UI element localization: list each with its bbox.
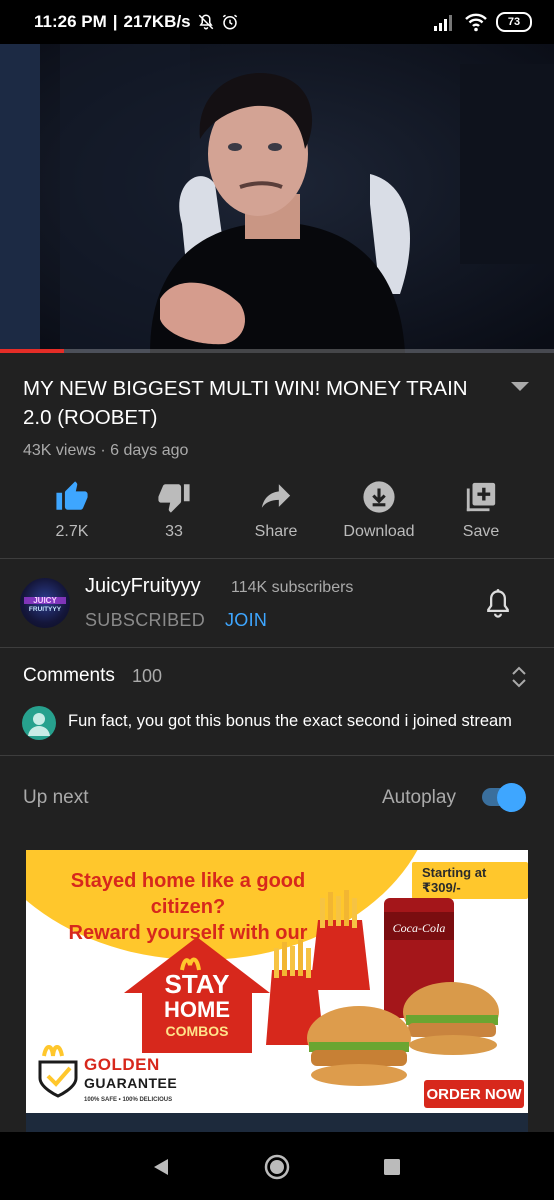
- share-button[interactable]: Share: [226, 480, 326, 548]
- upload-age: 6 days ago: [110, 442, 189, 459]
- video-progress-fill: [0, 349, 64, 353]
- up-next-label: Up next: [23, 787, 89, 808]
- video-player[interactable]: [0, 44, 554, 353]
- ad-guarantee-tagline: 100% SAFE • 100% DELICIOUS: [84, 1097, 173, 1103]
- notification-bell-icon[interactable]: [484, 588, 512, 620]
- dislike-button[interactable]: 33: [124, 480, 224, 548]
- home-icon[interactable]: [262, 1152, 292, 1182]
- stay-home-text: STAY HOME COMBOS: [152, 970, 242, 1040]
- divider: [0, 647, 554, 648]
- share-icon: [261, 484, 291, 508]
- download-button[interactable]: Download: [329, 480, 429, 548]
- default-user-icon: [28, 713, 50, 736]
- ad-house-home: HOME: [164, 997, 230, 1022]
- recents-icon[interactable]: [377, 1152, 407, 1182]
- alarm-icon: [222, 14, 237, 30]
- autoplay-toggle-knob[interactable]: [497, 783, 526, 812]
- status-bar: 11:26 PM | 217KB/s 73: [0, 0, 554, 44]
- subscribed-button[interactable]: SUBSCRIBED: [85, 610, 205, 631]
- join-button[interactable]: JOIN: [225, 610, 267, 631]
- save-to-playlist-icon: [466, 482, 496, 512]
- save-button[interactable]: Save: [431, 480, 531, 548]
- status-time: 11:26 PM: [34, 12, 107, 31]
- like-button[interactable]: 2.7K: [22, 480, 122, 548]
- signal-icon: [434, 15, 452, 31]
- meta-separator: ·: [100, 442, 106, 459]
- commenter-avatar[interactable]: [22, 706, 56, 740]
- share-label: Share: [254, 523, 298, 540]
- golden-guarantee-badge-icon: [38, 1045, 78, 1098]
- ad-guarantee-guarantee: GUARANTEE: [84, 1075, 178, 1091]
- channel-avatar[interactable]: JUICY FRUITYYY: [20, 578, 70, 628]
- video-meta: 43K views · 6 days ago: [23, 442, 188, 460]
- subscriber-count: 114K subscribers: [231, 579, 354, 596]
- expand-comments-icon[interactable]: [508, 664, 530, 690]
- top-comment-text[interactable]: Fun fact, you got this bonus the exact s…: [68, 712, 512, 731]
- ad-banner[interactable]: Stayed home like a good citizen? Reward …: [26, 850, 528, 1113]
- back-icon[interactable]: [146, 1152, 176, 1182]
- ad-house-combos: COMBOS: [165, 1023, 229, 1039]
- ad-house-stay: STAY: [164, 969, 230, 999]
- status-left: 11:26 PM | 217KB/s: [34, 12, 239, 32]
- download-label: Download: [343, 523, 415, 540]
- mute-bell-icon: [198, 14, 213, 30]
- status-right: 73: [434, 12, 532, 32]
- divider: [0, 558, 554, 559]
- ad-bottom-strip: [26, 1113, 528, 1132]
- video-progress-bar[interactable]: [0, 349, 554, 353]
- comments-count: 100: [132, 666, 163, 686]
- order-now-button[interactable]: ORDER NOW: [424, 1080, 524, 1108]
- battery-level: 73: [507, 16, 521, 28]
- save-label: Save: [462, 523, 500, 540]
- status-separator: |: [112, 12, 118, 31]
- autoplay-label: Autoplay: [382, 787, 456, 808]
- view-count: 43K views: [23, 442, 96, 459]
- download-icon: [363, 481, 395, 513]
- wifi-icon: [465, 13, 487, 32]
- ad-guarantee-golden: GOLDEN: [84, 1055, 160, 1074]
- action-row: 2.7K 33 Share Download Save: [0, 480, 554, 548]
- comments-title[interactable]: Comments: [23, 665, 115, 687]
- avatar-text-juicy: JUICY: [33, 596, 57, 605]
- burger-fries-graphic: Coca-Cola: [266, 890, 499, 1086]
- network-speed: 217KB/s: [123, 12, 191, 31]
- like-count: 2.7K: [55, 523, 89, 540]
- system-nav-bar: [0, 1132, 554, 1200]
- channel-name[interactable]: JuicyFruityyy: [85, 575, 201, 598]
- expand-description-icon[interactable]: [510, 380, 530, 394]
- thumbs-up-icon: [56, 481, 88, 510]
- thumbs-down-icon: [158, 484, 190, 513]
- dislike-count: 33: [165, 523, 183, 540]
- video-frame-image: [0, 44, 554, 353]
- battery-icon: 73: [496, 12, 532, 32]
- avatar-text-fruityyy: FRUITYYY: [29, 606, 62, 613]
- svg-text:Coca-Cola: Coca-Cola: [393, 921, 446, 935]
- channel-avatar-logo: JUICY FRUITYYY: [24, 596, 66, 613]
- divider: [0, 755, 554, 756]
- video-title: MY NEW BIGGEST MULTI WIN! MONEY TRAIN 2.…: [23, 377, 468, 429]
